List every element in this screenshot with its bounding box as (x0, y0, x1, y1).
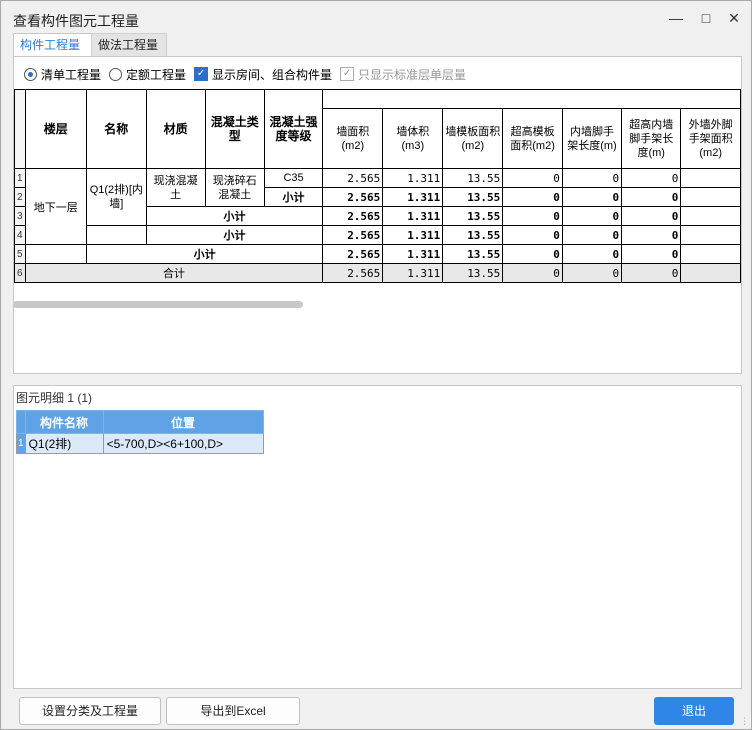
header-wall-formwork: 墙模板面积(m2) (442, 108, 504, 169)
component-quantity-panel: 清单工程量 定额工程量 ✓ 显示房间、组合构件量 ✓ 只显示标准层单层量 楼层 … (13, 56, 742, 374)
cell-name: Q1(2排)[内墙] (85, 168, 147, 226)
table-row[interactable]: 4 小计 2.565 1.311 13.55 0 0 0 (14, 225, 741, 245)
radio-list-quantity[interactable]: 清单工程量 (24, 66, 101, 83)
checkbox-checked-icon[interactable]: ✓ (194, 67, 209, 81)
detail-title: 图元明细 1 (1) (16, 391, 93, 405)
minimize-icon[interactable]: — (661, 7, 691, 29)
header-wall-area: 墙面积(m2) (322, 108, 384, 169)
table-row-total[interactable]: 6 合计 2.565 1.311 13.55 0 0 0 (14, 263, 741, 283)
radio-unselected-icon[interactable] (109, 67, 123, 81)
header-outer-scaffold: 外墙外脚手架面积(m2) (680, 108, 741, 169)
window-title: 查看构件图元工程量 (13, 13, 139, 29)
header-position: 位置 (102, 410, 264, 434)
checkbox-show-room[interactable]: ✓ 显示房间、组合构件量 (194, 66, 332, 83)
header-material: 材质 (145, 89, 206, 169)
export-excel-button[interactable]: 导出到Excel (166, 697, 300, 725)
cell-material: 现浇混凝土 (145, 168, 206, 207)
subtotal-label: 小计 (145, 206, 324, 226)
maximize-icon[interactable]: □ (691, 7, 721, 29)
header-high-inner-scaffold: 超高内墙脚手架长度(m) (621, 108, 682, 169)
detail-table: 构件名称 位置 1 Q1(2排) <5-700,D><6+100,D> (16, 410, 264, 454)
checkbox-only-standard-floor: ✓ 只显示标准层单层量 (340, 66, 466, 83)
header-name: 名称 (85, 89, 147, 169)
horizontal-scrollbar[interactable] (13, 301, 303, 308)
subtotal-label: 小计 (263, 187, 324, 207)
radio-quota-quantity[interactable]: 定额工程量 (109, 66, 186, 83)
resize-grip-icon[interactable]: ⋮ (740, 716, 749, 727)
header-concrete-grade: 混凝土强度等级 (263, 89, 324, 169)
table-row[interactable]: 1 地下一层 Q1(2排)[内墙] 现浇混凝土 现浇碎石混凝土 C35 2.56… (14, 168, 741, 245)
subtotal-label: 小计 (145, 225, 324, 245)
close-icon[interactable]: ✕ (719, 7, 749, 29)
tab-method-quantity[interactable]: 做法工程量 (91, 33, 167, 56)
checkbox-disabled-icon: ✓ (340, 67, 355, 81)
cell-concrete-grade: C35 (263, 168, 324, 188)
total-label: 合计 (24, 263, 324, 283)
header-high-formwork: 超高模板面积(m2) (502, 108, 563, 169)
radio-selected-icon[interactable] (24, 67, 37, 81)
subtotal-label: 小计 (85, 244, 324, 264)
exit-button[interactable]: 退出 (654, 697, 734, 725)
cell-position: <5-700,D><6+100,D> (102, 433, 264, 454)
header-component-name: 构件名称 (24, 410, 104, 434)
cell-concrete-type: 现浇碎石混凝土 (204, 168, 265, 207)
header-wall-volume: 墙体积(m3) (382, 108, 444, 169)
element-detail-panel: 图元明细 1 (1) 构件名称 位置 1 Q1(2排) <5-700,D><6+… (13, 385, 742, 689)
tab-component-quantity[interactable]: 构件工程量 (13, 33, 93, 57)
set-category-button[interactable]: 设置分类及工程量 (19, 697, 161, 725)
header-concrete-type: 混凝土类型 (204, 89, 265, 169)
dialog-window: 查看构件图元工程量 — □ ✕ 构件工程量 做法工程量 清单工程量 定额工程量 … (0, 0, 752, 730)
quantity-table: 楼层 名称 材质 混凝土类型 混凝土强度等级 墙面积(m2) 墙体积(m3) 墙… (14, 89, 741, 283)
table-row[interactable]: 5 小计 2.565 1.311 13.55 0 0 0 (14, 244, 741, 264)
cell-floor: 地下一层 (24, 168, 87, 245)
options-bar: 清单工程量 定额工程量 ✓ 显示房间、组合构件量 ✓ 只显示标准层单层量 (24, 65, 474, 83)
header-inner-scaffold: 内墙脚手架长度(m) (561, 108, 623, 169)
title-bar: 查看构件图元工程量 — □ ✕ (1, 1, 751, 33)
table-row[interactable]: 1 Q1(2排) <5-700,D><6+100,D> (16, 433, 264, 454)
header-floor: 楼层 (24, 89, 87, 169)
cell-component-name: Q1(2排) (24, 433, 104, 454)
quantity-grid[interactable]: 楼层 名称 材质 混凝土类型 混凝土强度等级 墙面积(m2) 墙体积(m3) 墙… (14, 89, 741, 347)
